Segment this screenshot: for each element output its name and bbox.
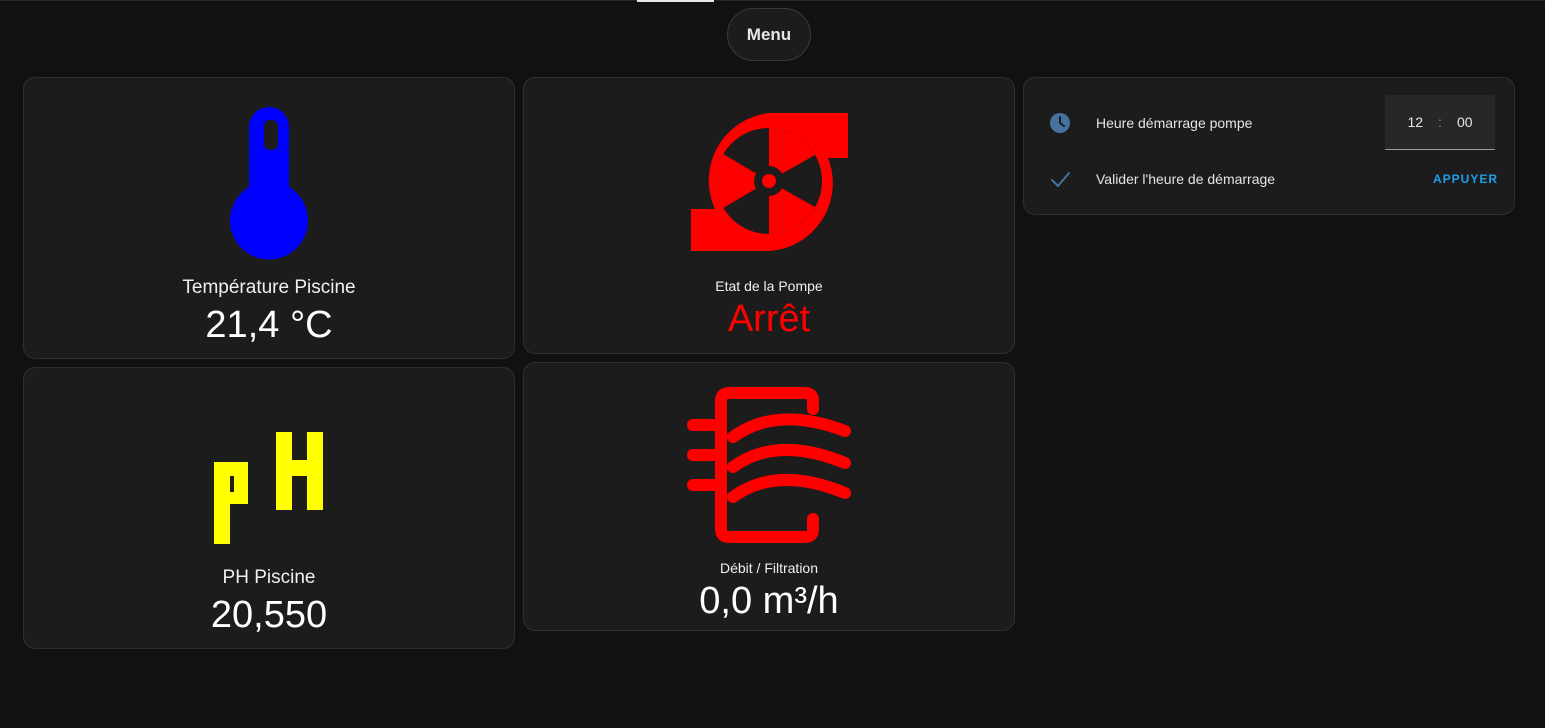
ph-value: 20,550 [210,594,328,636]
ph-label: PH Piscine [222,567,316,588]
flow-value: 0,0 m³/h [699,580,839,622]
pump-card[interactable]: Etat de la Pompe Arrêt [523,77,1015,354]
pump-schedule-card: Heure démarrage pompe 12 : 00 Valider l'… [1023,77,1515,215]
heat-exchanger-icon [687,387,851,543]
check-icon [1051,172,1070,187]
start-time-input[interactable]: 12 : 00 [1385,95,1495,150]
temperature-card[interactable]: Température Piscine 21,4 °C [23,77,515,359]
pump-state-value: Arrêt [727,298,811,340]
start-time-label: Heure démarrage pompe [1096,115,1253,131]
time-separator: : [1438,114,1442,130]
ph-card[interactable]: PH Piscine 20,550 [23,367,515,649]
validate-label: Valider l'heure de démarrage [1096,171,1276,187]
pump-icon [691,113,848,251]
pump-label: Etat de la Pompe [715,278,823,294]
minutes-field[interactable]: 00 [1457,114,1473,130]
ph-icon [214,432,323,544]
hours-field[interactable]: 12 [1407,114,1423,130]
active-view-indicator [637,0,714,2]
press-button[interactable]: APPUYER [1433,172,1498,186]
flow-label: Débit / Filtration [719,560,819,576]
clock-icon [1050,113,1070,133]
validate-row: Valider l'heure de démarrage APPUYER [1024,159,1514,199]
menu-button[interactable]: Menu [727,8,811,61]
top-divider [0,0,1545,1]
thermometer-icon [230,107,308,260]
temperature-value: 21,4 °C [205,304,333,346]
temperature-label: Température Piscine [182,277,356,298]
flow-card[interactable]: Débit / Filtration 0,0 m³/h [523,362,1015,631]
